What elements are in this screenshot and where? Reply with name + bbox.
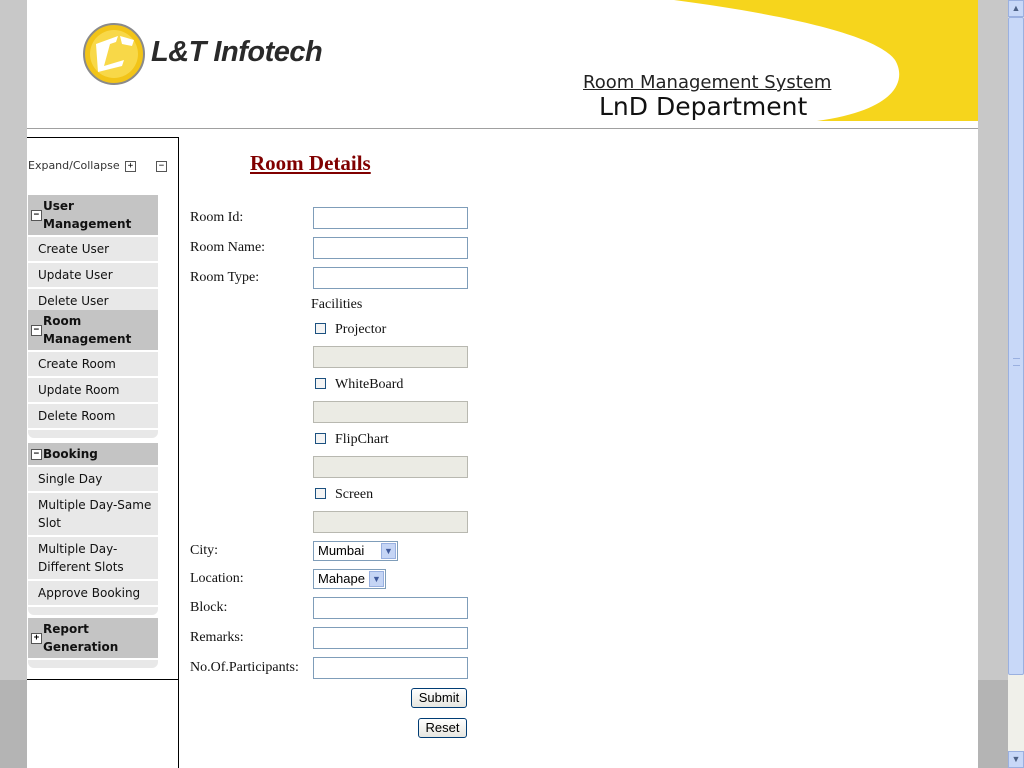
page-title: Room Details xyxy=(250,151,371,175)
menu-item-single-day[interactable]: Single Day xyxy=(28,465,158,491)
group-title: Room Management xyxy=(43,314,132,346)
projector-count-input[interactable] xyxy=(313,346,468,368)
sidebar-menu: Expand/Collapse + − − User Management Cr… xyxy=(27,137,179,680)
block-input[interactable] xyxy=(313,597,468,619)
screen-label: Screen xyxy=(335,487,374,502)
location-label: Location: xyxy=(190,571,244,586)
screen-count-input[interactable] xyxy=(313,511,468,533)
whiteboard-count-input[interactable] xyxy=(313,401,468,423)
city-label: City: xyxy=(190,543,219,558)
room-name-input[interactable] xyxy=(313,237,468,259)
grip-icon xyxy=(1013,358,1020,366)
flipchart-checkbox[interactable] xyxy=(315,433,326,444)
room-type-label: Room Type: xyxy=(190,270,260,285)
menu-item-update-user[interactable]: Update User xyxy=(28,261,158,287)
group-header-user-management[interactable]: − User Management xyxy=(28,195,158,235)
flipchart-count-input[interactable] xyxy=(313,456,468,478)
vertical-scrollbar[interactable]: ▲ ▼ xyxy=(1008,0,1024,768)
whiteboard-label: WhiteBoard xyxy=(335,377,404,392)
expand-collapse-label: Expand/Collapse xyxy=(28,159,120,172)
menu-item-multiple-day-same-slot[interactable]: Multiple Day-Same Slot xyxy=(28,491,158,535)
submit-button[interactable]: Submit xyxy=(411,688,467,708)
chevron-down-icon[interactable]: ▼ xyxy=(381,543,396,559)
group-header-booking[interactable]: − Booking xyxy=(28,443,158,465)
location-selected-value: Mahape xyxy=(318,571,365,586)
system-title: Room Management System xyxy=(583,72,832,93)
window-background xyxy=(978,680,1008,768)
group-header-report-generation[interactable]: + Report Generation xyxy=(28,618,158,658)
location-select[interactable]: Mahape ▼ xyxy=(313,569,386,589)
participants-input[interactable] xyxy=(313,657,468,679)
group-header-room-management[interactable]: − Room Management xyxy=(28,310,158,350)
group-title: Report Generation xyxy=(43,622,119,654)
flipchart-label: FlipChart xyxy=(335,432,389,447)
participants-label: No.Of.Participants: xyxy=(190,660,299,675)
room-id-label: Room Id: xyxy=(190,210,244,225)
group-footer xyxy=(28,658,158,668)
group-footer xyxy=(28,428,158,438)
scroll-up-icon[interactable]: ▲ xyxy=(1008,0,1024,17)
group-user-management: − User Management Create User Update Use… xyxy=(28,195,158,323)
scrollbar-thumb[interactable] xyxy=(1008,17,1024,675)
chevron-down-icon[interactable]: ▼ xyxy=(369,571,384,587)
header-banner: L&T Infotech Room Management System LnD … xyxy=(27,0,978,128)
projector-checkbox[interactable] xyxy=(315,323,326,334)
header-divider xyxy=(27,128,978,129)
page: L&T Infotech Room Management System LnD … xyxy=(27,0,978,768)
block-label: Block: xyxy=(190,600,228,615)
group-title: User Management xyxy=(43,199,132,231)
group-footer xyxy=(28,605,158,615)
expand-all-icon[interactable]: + xyxy=(125,161,136,172)
group-report-generation: + Report Generation xyxy=(28,618,158,668)
remarks-label: Remarks: xyxy=(190,630,244,645)
sidebar-divider xyxy=(178,678,179,768)
room-id-input[interactable] xyxy=(313,207,468,229)
department-title: LnD Department xyxy=(599,92,808,121)
scroll-down-icon[interactable]: ▼ xyxy=(1008,751,1024,768)
group-title: Booking xyxy=(43,447,98,461)
expand-icon[interactable]: + xyxy=(31,633,42,644)
collapse-all-icon[interactable]: − xyxy=(156,161,167,172)
room-name-label: Room Name: xyxy=(190,240,266,255)
room-type-input[interactable] xyxy=(313,267,468,289)
menu-item-multiple-day-different-slots[interactable]: Multiple Day-Different Slots xyxy=(28,535,158,579)
city-selected-value: Mumbai xyxy=(318,543,365,558)
whiteboard-checkbox[interactable] xyxy=(315,378,326,389)
group-booking: − Booking Single Day Multiple Day-Same S… xyxy=(28,443,158,615)
menu-item-delete-room[interactable]: Delete Room xyxy=(28,402,158,428)
remarks-input[interactable] xyxy=(313,627,468,649)
collapse-icon[interactable]: − xyxy=(31,449,42,460)
projector-label: Projector xyxy=(335,322,387,337)
menu-item-approve-booking[interactable]: Approve Booking xyxy=(28,579,158,605)
window-background xyxy=(0,680,27,768)
lt-logo-icon xyxy=(83,23,145,85)
reset-button[interactable]: Reset xyxy=(418,718,467,738)
company-name: L&T Infotech xyxy=(151,36,323,68)
collapse-icon[interactable]: − xyxy=(31,210,42,221)
menu-item-update-room[interactable]: Update Room xyxy=(28,376,158,402)
facilities-label: Facilities xyxy=(311,297,363,312)
collapse-icon[interactable]: − xyxy=(31,325,42,336)
group-room-management: − Room Management Create Room Update Roo… xyxy=(28,310,158,438)
menu-item-create-room[interactable]: Create Room xyxy=(28,350,158,376)
city-select[interactable]: Mumbai ▼ xyxy=(313,541,398,561)
screen-checkbox[interactable] xyxy=(315,488,326,499)
menu-item-create-user[interactable]: Create User xyxy=(28,235,158,261)
